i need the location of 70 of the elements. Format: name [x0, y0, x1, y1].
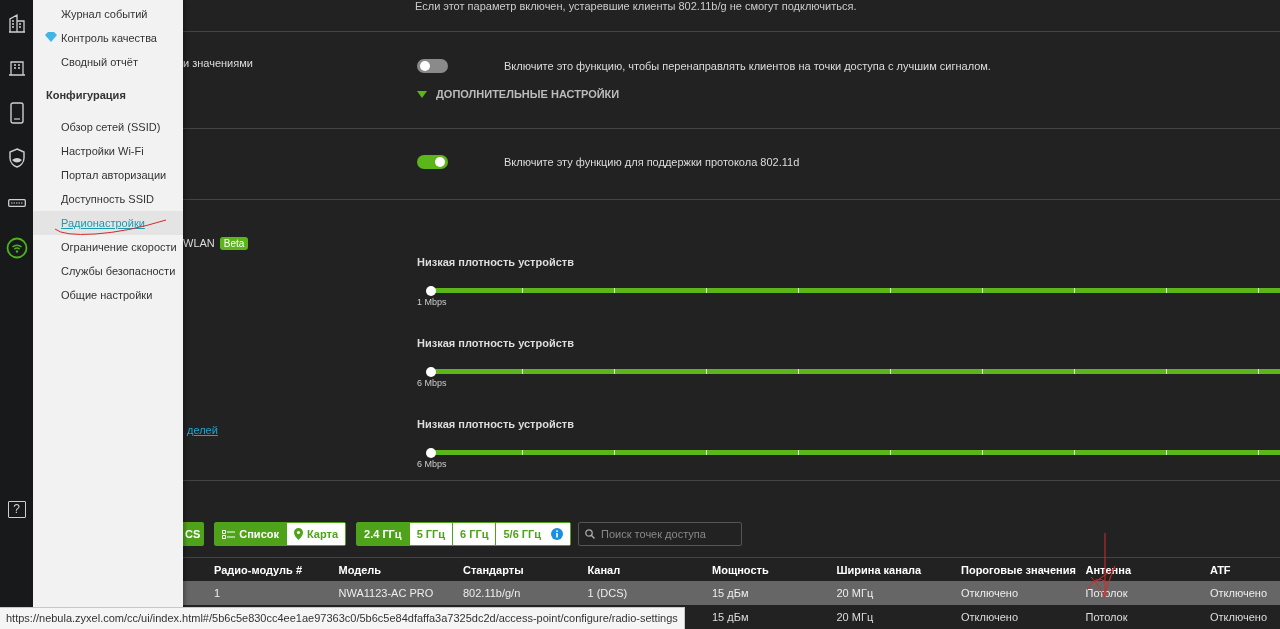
setting-label: и значениями: [183, 57, 253, 69]
setting-description: Включите эту функцию для поддержки протокола 802.11d: [504, 156, 800, 168]
table-cell: 802.11b/g/n: [463, 581, 588, 605]
link-url-tooltip: https://nebula.zyxel.com/cc/ui/index.html#/5b6c5e830cc4ee1ae97363c0/5b6c5e84dfaffa3a7325dc2d/access-point/configure/radio-settings: [0, 607, 685, 629]
slider-title: Низкая плотность устройств: [417, 255, 575, 269]
menu-section-header: Конфигурация: [45, 88, 127, 103]
table-cell: Потолок: [1085, 581, 1210, 605]
slider-track[interactable]: [426, 366, 1280, 377]
slider-thumb[interactable]: [426, 447, 436, 458]
slider-value: 6 Mbps: [417, 378, 448, 388]
beta-badge: Beta: [219, 236, 249, 250]
toggle-switch[interactable]: [417, 155, 448, 169]
notice-text: Если этот параметр включен, устаревшие клиенты 802.11b/g не смогут подключиться.: [415, 0, 857, 12]
building-icon[interactable]: [7, 12, 26, 33]
table-cell: Отключено: [961, 581, 1086, 605]
menu-item[interactable]: Службы безопасности: [61, 265, 176, 277]
menu-item[interactable]: Контроль качества: [61, 32, 157, 44]
slider-value: 1 Mbps: [417, 297, 448, 307]
advanced-settings-link[interactable]: ДОПОЛНИТЕЛЬНЫЕ НАСТРОЙКИ: [436, 88, 620, 100]
storefront-icon[interactable]: [7, 58, 26, 77]
slider-title: Низкая плотность устройств: [417, 336, 575, 350]
column-header[interactable]: ATF: [1210, 558, 1280, 581]
menu-item[interactable]: Ограничение скорости: [61, 241, 177, 253]
slider-track[interactable]: [426, 285, 1280, 296]
table-cell: 1 (DCS): [587, 581, 712, 605]
list-icon: [222, 529, 236, 539]
menu-item[interactable]: Портал авторизации: [61, 169, 167, 181]
table-cell: 1: [214, 581, 339, 605]
search-icon: [585, 529, 596, 539]
help-icon[interactable]: ?: [7, 501, 26, 518]
column-header[interactable]: Радио-модуль #: [214, 558, 339, 581]
menu-item[interactable]: Журнал событий: [61, 8, 148, 20]
table-cell: 20 МГц: [836, 581, 961, 605]
slider-thumb[interactable]: [426, 366, 436, 377]
column-header[interactable]: Мощность: [712, 558, 837, 581]
table-cell-text: Потолок: [1085, 610, 1129, 625]
column-header[interactable]: Канал: [587, 558, 712, 581]
table-cell-text: Отключено: [1210, 610, 1268, 625]
setting-description: Включите это функцию, чтобы перенаправлять клиентов на точки доступа с лучшим сигналом.: [504, 60, 991, 72]
table-cell: 15 дБм: [712, 581, 837, 605]
menu-item[interactable]: Общие настройки: [61, 289, 153, 301]
expand-triangle-icon[interactable]: [417, 90, 427, 98]
shield-icon[interactable]: [7, 147, 26, 168]
phone-icon[interactable]: [9, 101, 24, 124]
column-header[interactable]: Стандарты: [463, 558, 588, 581]
menu-item[interactable]: Обзор сетей (SSID): [61, 121, 161, 133]
column-header[interactable]: Пороговые значения: [961, 558, 1086, 581]
toggle-switch[interactable]: [417, 59, 448, 73]
menu-item[interactable]: Настройки Wi-Fi: [61, 145, 144, 157]
column-header[interactable]: Ширина канала: [836, 558, 961, 581]
table-cell: NWA1123-AC PRO: [338, 581, 463, 605]
table-cell: Отключено: [1210, 581, 1280, 605]
table-cell-text: 20 МГц: [836, 610, 875, 625]
info-icon[interactable]: [551, 528, 564, 540]
section-label: WLAN: [183, 237, 215, 249]
diamond-icon: [45, 32, 57, 42]
table-cell-text: Отключено: [961, 610, 1019, 625]
slider-title: Низкая плотность устройств: [417, 417, 575, 431]
menu-item[interactable]: Сводный отчёт: [61, 56, 138, 68]
menu-item[interactable]: Доступность SSID: [61, 193, 154, 205]
map-pin-icon: [294, 528, 303, 540]
column-header[interactable]: Модель: [338, 558, 463, 581]
network-switch-icon[interactable]: [7, 198, 26, 207]
table-cell-text: 15 дБм: [712, 610, 750, 625]
search-field[interactable]: Поиск точек доступа: [578, 522, 743, 546]
model-list-link[interactable]: делей: [187, 423, 218, 437]
slider-thumb[interactable]: [426, 285, 436, 296]
wifi-icon[interactable]: [5, 236, 28, 259]
slider-track[interactable]: [426, 447, 1280, 458]
slider-value: 6 Mbps: [417, 459, 448, 469]
